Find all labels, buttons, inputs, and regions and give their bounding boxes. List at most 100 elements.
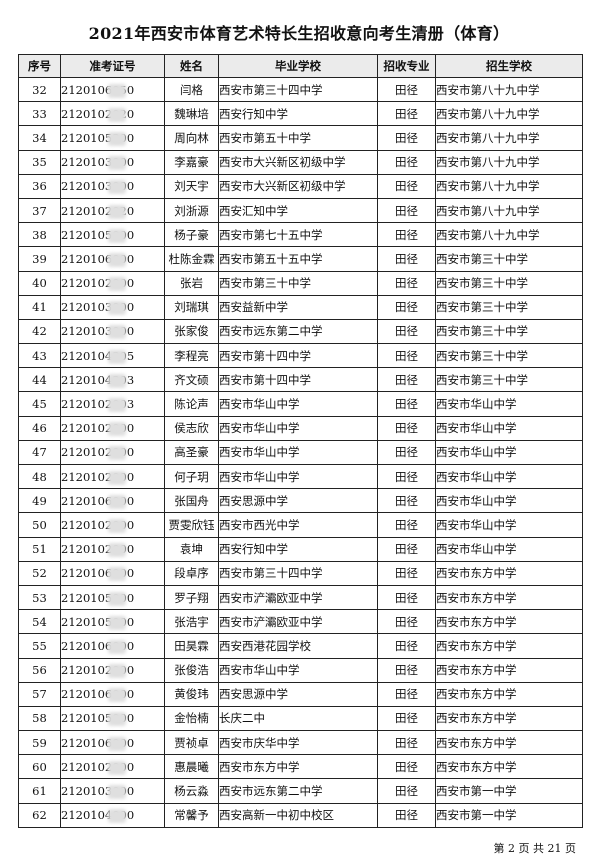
exam-id-cell: 2120103000 xyxy=(60,149,165,175)
redaction-blur xyxy=(108,422,126,437)
table-row: 59 2120106000 贾祯卓 西安市庆华中学 田径 西安市东方中学 xyxy=(18,730,583,756)
major-cell: 田径 xyxy=(377,270,436,296)
graduate-school-cell: 西安市远东第二中学 xyxy=(218,778,378,804)
admitting-school-cell: 西安市华山中学 xyxy=(435,536,583,562)
exam-id-cell: 2120102000 xyxy=(60,415,165,441)
seq-cell: 48 xyxy=(18,463,61,490)
seq-cell: 55 xyxy=(18,633,61,659)
exam-id-cell: 2120106000 xyxy=(60,730,165,756)
admitting-school-cell: 西安市第八十九中学 xyxy=(435,222,583,248)
table-row: 62 2120104000 常馨予 西安高新一中初中校区 田径 西安市第一中学 xyxy=(18,802,583,828)
exam-id-text: 2120102000 xyxy=(62,518,134,533)
admitting-school-cell: 西安市东方中学 xyxy=(435,657,583,683)
graduate-school-cell: 西安益新中学 xyxy=(218,294,378,320)
graduate-school-cell: 西安汇知中学 xyxy=(218,197,378,224)
seq-cell: 41 xyxy=(18,294,61,320)
redaction-blur xyxy=(108,664,126,679)
table-row: 60 2120102000 惠晨曦 西安市东方中学 田径 西安市东方中学 xyxy=(18,754,583,780)
graduate-school-cell: 西安市第七十五中学 xyxy=(218,222,378,248)
exam-id-cell: 2120102000 xyxy=(60,439,165,466)
major-cell: 田径 xyxy=(377,512,436,538)
redaction-blur xyxy=(108,180,126,195)
exam-id-text: 2120103000 xyxy=(62,179,134,195)
student-name-cell: 张家俊 xyxy=(164,318,219,345)
student-name-cell: 张岩 xyxy=(164,270,219,296)
major-cell: 田径 xyxy=(377,101,436,127)
student-name-cell: 惠晨曦 xyxy=(164,754,219,780)
admitting-school-cell: 西安市第一中学 xyxy=(435,778,583,804)
redaction-blur xyxy=(108,373,126,388)
seq-cell: 43 xyxy=(18,343,61,369)
header-name: 姓名 xyxy=(164,54,219,78)
exam-id-cell: 2120103000 xyxy=(60,318,165,345)
exam-id-text: 2120104303 xyxy=(62,373,134,388)
major-cell: 田径 xyxy=(377,560,436,586)
redaction-blur xyxy=(108,494,126,509)
redaction-blur xyxy=(108,301,126,316)
exam-id-cell: 2120106000 xyxy=(60,681,165,707)
seq-cell: 54 xyxy=(18,609,61,635)
student-name-cell: 周向林 xyxy=(164,125,219,151)
table-row: 36 2120103000 刘天宇 西安市大兴新区初级中学 田径 西安市第八十九中学 xyxy=(18,173,583,199)
major-cell: 田径 xyxy=(377,609,436,635)
major-cell: 田径 xyxy=(377,415,436,441)
exam-id-text: 2120103000 xyxy=(62,300,134,316)
graduate-school-cell: 西安市华山中学 xyxy=(218,657,378,683)
redaction-blur xyxy=(108,107,126,122)
header-seq: 序号 xyxy=(18,54,61,78)
exam-id-cell: 2120106000 xyxy=(60,488,165,514)
table-row: 32 2120106050 闫格 西安市第三十四中学 田径 西安市第八十九中学 xyxy=(18,76,583,103)
table-row: 50 2120102000 贾雯欣钰 西安市西光中学 田径 西安市华山中学 xyxy=(18,512,583,538)
major-cell: 田径 xyxy=(377,463,436,490)
seq-cell: 44 xyxy=(18,367,61,393)
admitting-school-cell: 西安市东方中学 xyxy=(435,633,583,659)
table-row: 47 2120102000 高圣豪 西安市华山中学 田径 西安市华山中学 xyxy=(18,439,583,466)
table-row: 34 2120105300 周向林 西安市第五十中学 田径 西安市第八十九中学 xyxy=(18,125,583,151)
seq-cell: 38 xyxy=(18,222,61,248)
redaction-blur xyxy=(108,736,126,751)
table-row: 57 2120106000 黄俊玮 西安思源中学 田径 西安市东方中学 xyxy=(18,681,583,707)
student-name-cell: 金怡楠 xyxy=(164,705,219,732)
exam-id-text: 2120102000 xyxy=(62,470,134,485)
major-cell: 田径 xyxy=(377,222,436,248)
exam-id-cell: 2120106050 xyxy=(60,76,165,103)
admitting-school-cell: 西安市第三十中学 xyxy=(435,367,583,393)
exam-id-cell: 2120102000 xyxy=(60,657,165,683)
exam-id-text: 2120106000 xyxy=(62,687,134,703)
exam-id-cell: 2120104305 xyxy=(60,343,165,369)
graduate-school-cell: 西安市第三十中学 xyxy=(218,270,378,296)
exam-id-text: 2120102003 xyxy=(62,397,134,413)
student-name-cell: 李程亮 xyxy=(164,343,219,369)
major-cell: 田径 xyxy=(377,754,436,780)
major-cell: 田径 xyxy=(377,584,436,611)
admitting-school-cell: 西安市第八十九中学 xyxy=(435,173,583,199)
admitting-school-cell: 西安市第三十中学 xyxy=(435,343,583,369)
redaction-blur xyxy=(108,252,126,267)
exam-id-cell: 2120105000 xyxy=(60,222,165,248)
table-row: 51 2120102000 袁坤 西安行知中学 田径 西安市华山中学 xyxy=(18,536,583,562)
student-name-cell: 段卓序 xyxy=(164,560,219,586)
exam-id-text: 2120106050 xyxy=(62,83,134,98)
student-name-cell: 田昊霖 xyxy=(164,633,219,659)
admitting-school-cell: 西安市东方中学 xyxy=(435,730,583,756)
table-row: 49 2120106000 张国舟 西安思源中学 田径 西安市华山中学 xyxy=(18,488,583,514)
major-cell: 田径 xyxy=(377,391,436,417)
exam-id-text: 2120102000 xyxy=(62,663,134,679)
graduate-school-cell: 西安思源中学 xyxy=(218,681,378,707)
major-cell: 田径 xyxy=(377,149,436,175)
exam-id-cell: 2120106000 xyxy=(60,560,165,586)
redaction-blur xyxy=(108,591,126,606)
graduate-school-cell: 西安市第三十四中学 xyxy=(218,76,378,103)
admitting-school-cell: 西安市华山中学 xyxy=(435,488,583,514)
exam-id-cell: 2120102003 xyxy=(60,391,165,417)
graduate-school-cell: 西安市庆华中学 xyxy=(218,730,378,756)
graduate-school-cell: 西安市大兴新区初级中学 xyxy=(218,149,378,175)
exam-id-text: 2120102000 xyxy=(62,276,134,292)
graduate-school-cell: 西安市第三十四中学 xyxy=(218,560,378,586)
seq-cell: 50 xyxy=(18,512,61,538)
page-footer: 第 2 页 共 21 页 xyxy=(493,842,576,855)
student-name-cell: 贾雯欣钰 xyxy=(164,512,219,538)
student-name-cell: 张国舟 xyxy=(164,488,219,514)
student-name-cell: 张浩宇 xyxy=(164,609,219,635)
major-cell: 田径 xyxy=(377,173,436,199)
